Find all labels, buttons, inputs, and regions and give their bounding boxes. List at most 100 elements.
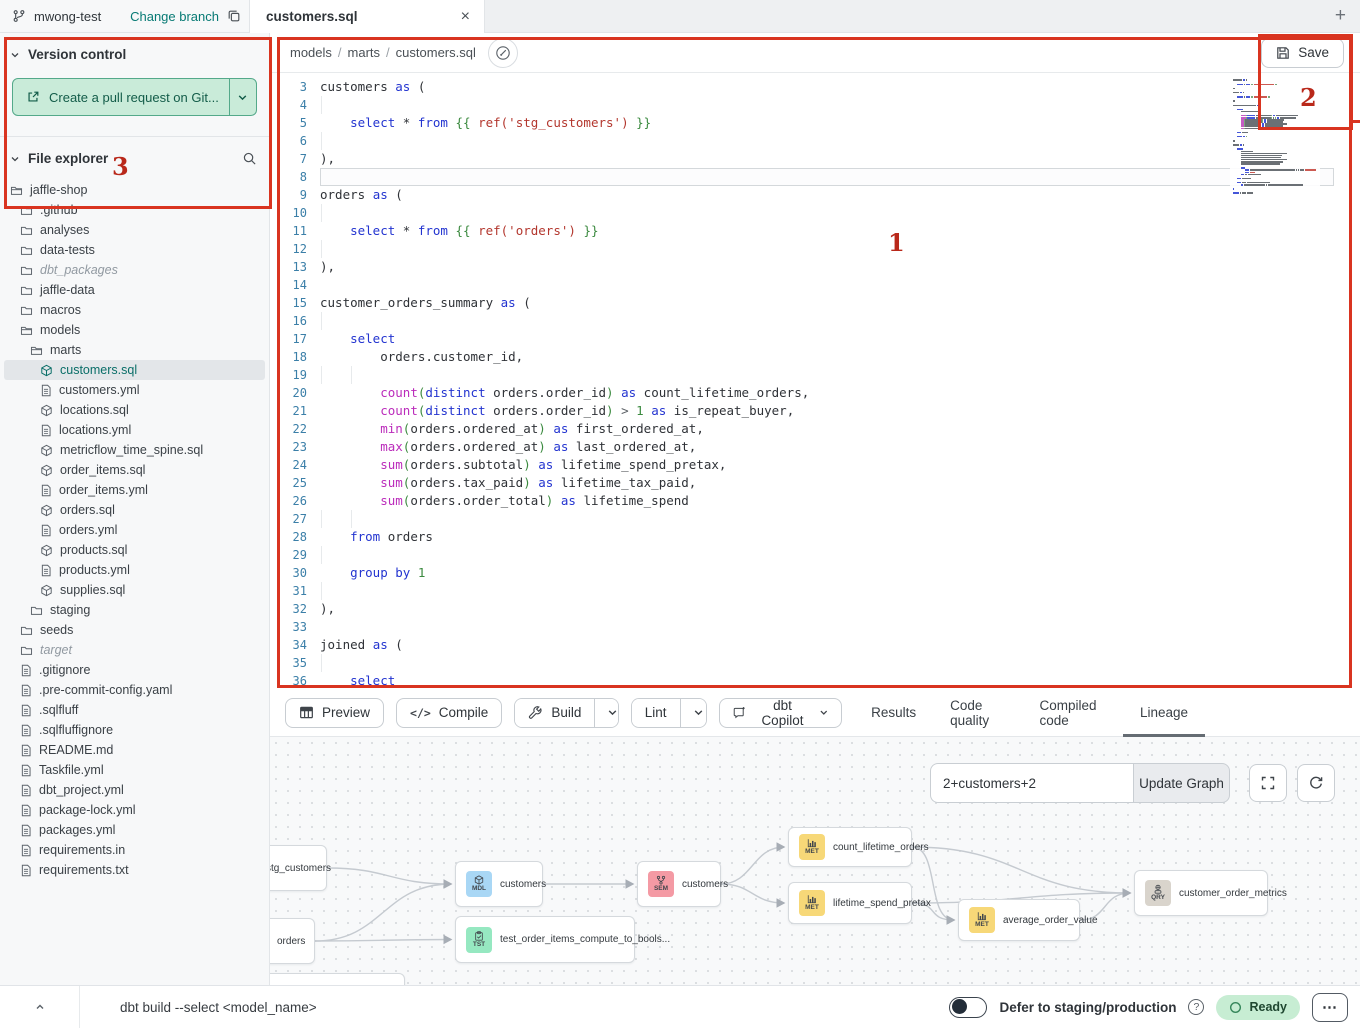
code-line-4[interactable]: 4 (270, 96, 1360, 114)
defer-toggle[interactable] (949, 997, 987, 1018)
fullscreen-button[interactable] (1249, 764, 1287, 802)
panel-tab-compiled-code[interactable]: Compiled code (1023, 689, 1123, 737)
code-line-23[interactable]: 23 max(orders.ordered_at) as last_ordere… (270, 438, 1360, 456)
tree-item-customers-yml[interactable]: customers.yml (4, 380, 265, 400)
breadcrumb-segment[interactable]: marts (348, 45, 381, 60)
more-options-button[interactable]: ⋯ (1312, 993, 1348, 1022)
lineage-node-test_order_items[interactable]: TSTtest_order_items_compute_to_bools... (455, 916, 635, 963)
tree-item-orders-yml[interactable]: orders.yml (4, 520, 265, 540)
lint-dropdown[interactable] (680, 699, 708, 727)
create-pr-button[interactable]: Create a pull request on Git... (12, 78, 257, 116)
save-button[interactable]: Save (1261, 38, 1344, 68)
breadcrumb-segment[interactable]: models (290, 45, 332, 60)
code-line-14[interactable]: 14 (270, 276, 1360, 294)
tree-item-products-yml[interactable]: products.yml (4, 560, 265, 580)
tree-item-analyses[interactable]: analyses (4, 220, 265, 240)
create-pr-main[interactable]: Create a pull request on Git... (13, 79, 229, 115)
version-control-header[interactable]: Version control (0, 33, 269, 70)
code-line-36[interactable]: 36 select (270, 672, 1360, 688)
tree-item--github[interactable]: .github (4, 200, 265, 220)
new-tab-button[interactable]: + (1335, 5, 1346, 27)
code-line-8[interactable]: 8 (270, 168, 1360, 186)
code-line-32[interactable]: 32), (270, 600, 1360, 618)
change-branch-link[interactable]: Change branch (130, 9, 219, 24)
collapse-panel-button[interactable] (0, 986, 80, 1028)
code-line-33[interactable]: 33 (270, 618, 1360, 636)
tree-item-staging[interactable]: staging (4, 600, 265, 620)
lineage-node-customers_model[interactable]: MDLcustomers (455, 861, 543, 907)
code-line-31[interactable]: 31 (270, 582, 1360, 600)
tree-item-target[interactable]: target (4, 640, 265, 660)
code-editor[interactable]: 23customers as (45 select * from {{ ref(… (270, 73, 1360, 688)
lineage-node-average_order_value[interactable]: METaverage_order_value (958, 899, 1080, 941)
lineage-node-customers_semantic[interactable]: SEMcustomers (637, 861, 721, 907)
code-line-28[interactable]: 28 from orders (270, 528, 1360, 546)
build-dropdown[interactable] (594, 699, 618, 727)
editor-minimap[interactable] (1230, 75, 1320, 196)
lineage-node-stg_customers[interactable]: MDLstg_customers (270, 845, 327, 891)
tree-item-customers-sql[interactable]: customers.sql (4, 360, 265, 380)
code-line-10[interactable]: 10 (270, 204, 1360, 222)
lineage-node-count_lifetime_orders[interactable]: METcount_lifetime_orders (788, 827, 912, 867)
code-line-9[interactable]: 9orders as ( (270, 186, 1360, 204)
preview-button[interactable]: Preview (285, 698, 384, 728)
breadcrumb-segment[interactable]: customers.sql (396, 45, 476, 60)
tab-close-icon[interactable]: × (459, 8, 472, 26)
tree-item-requirements-in[interactable]: requirements.in (4, 840, 265, 860)
code-line-21[interactable]: 21 count(distinct orders.order_id) > 1 a… (270, 402, 1360, 420)
tree-item-dbt-project-yml[interactable]: dbt_project.yml (4, 780, 265, 800)
tree-item--sqlfluff[interactable]: .sqlfluff (4, 700, 265, 720)
create-pr-dropdown[interactable] (229, 79, 256, 115)
tree-item-macros[interactable]: macros (4, 300, 265, 320)
code-line-29[interactable]: 29 (270, 546, 1360, 564)
file-explorer-header[interactable]: File explorer (0, 137, 269, 174)
tree-item-jaffle-shop[interactable]: jaffle-shop (4, 180, 265, 200)
help-icon[interactable]: ? (1188, 999, 1204, 1015)
tree-item-seeds[interactable]: seeds (4, 620, 265, 640)
code-line-11[interactable]: 11 select * from {{ ref('orders') }} (270, 222, 1360, 240)
tree-item-models[interactable]: models (4, 320, 265, 340)
tree-item-order-items-yml[interactable]: order_items.yml (4, 480, 265, 500)
tree-item--gitignore[interactable]: .gitignore (4, 660, 265, 680)
panel-tab-lineage[interactable]: Lineage (1123, 689, 1205, 737)
code-line-35[interactable]: 35 (270, 654, 1360, 672)
code-line-5[interactable]: 5 select * from {{ ref('stg_customers') … (270, 114, 1360, 132)
refresh-button[interactable] (1297, 764, 1335, 802)
code-line-17[interactable]: 17 select (270, 330, 1360, 348)
build-button[interactable]: Build (515, 699, 594, 727)
lineage-node-customer_order_metrics[interactable]: QRYcustomer_order_metrics (1134, 870, 1268, 916)
tree-item-data-tests[interactable]: data-tests (4, 240, 265, 260)
copy-icon[interactable] (227, 9, 241, 23)
code-line-13[interactable]: 13), (270, 258, 1360, 276)
tree-item-package-lock-yml[interactable]: package-lock.yml (4, 800, 265, 820)
code-line-16[interactable]: 16 (270, 312, 1360, 330)
view-docs-button[interactable] (488, 38, 518, 68)
code-line-24[interactable]: 24 sum(orders.subtotal) as lifetime_spen… (270, 456, 1360, 474)
tree-item-taskfile-yml[interactable]: Taskfile.yml (4, 760, 265, 780)
tree-item-dbt-packages[interactable]: dbt_packages (4, 260, 265, 280)
code-line-6[interactable]: 6 (270, 132, 1360, 150)
tree-item-orders-sql[interactable]: orders.sql (4, 500, 265, 520)
code-line-19[interactable]: 19 (270, 366, 1360, 384)
tree-item--pre-commit-config-yaml[interactable]: .pre-commit-config.yaml (4, 680, 265, 700)
tree-item-order-items-sql[interactable]: order_items.sql (4, 460, 265, 480)
code-line-25[interactable]: 25 sum(orders.tax_paid) as lifetime_tax_… (270, 474, 1360, 492)
code-line-3[interactable]: 3customers as ( (270, 78, 1360, 96)
code-line-30[interactable]: 30 group by 1 (270, 564, 1360, 582)
tree-item-locations-yml[interactable]: locations.yml (4, 420, 265, 440)
tree-item-supplies-sql[interactable]: supplies.sql (4, 580, 265, 600)
update-graph-button[interactable]: Update Graph (1133, 763, 1230, 803)
tab-customers-sql[interactable]: customers.sql × (250, 0, 485, 33)
tree-item-marts[interactable]: marts (4, 340, 265, 360)
code-line-7[interactable]: 7), (270, 150, 1360, 168)
lineage-node-orders[interactable]: MDLorders (270, 918, 315, 964)
cli-command-text[interactable]: dbt build --select <model_name> (120, 1000, 317, 1015)
panel-tab-results[interactable]: Results (854, 689, 933, 737)
tree-item-metricflow-time-spine-sql[interactable]: metricflow_time_spine.sql (4, 440, 265, 460)
tree-item-jaffle-data[interactable]: jaffle-data (4, 280, 265, 300)
code-line-12[interactable]: 12 (270, 240, 1360, 258)
lineage-node-lifetime_spend_pretax[interactable]: METlifetime_spend_pretax (788, 882, 912, 924)
lint-button[interactable]: Lint (632, 699, 680, 727)
code-line-20[interactable]: 20 count(distinct orders.order_id) as co… (270, 384, 1360, 402)
code-line-27[interactable]: 27 (270, 510, 1360, 528)
